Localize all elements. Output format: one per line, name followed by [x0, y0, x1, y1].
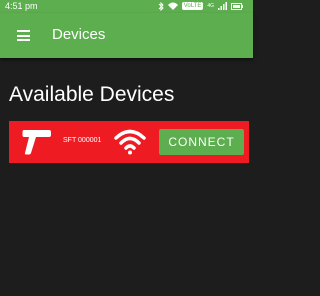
screw-gun-icon [22, 130, 51, 155]
section-title: Available Devices [9, 83, 175, 106]
app-bar: Devices [0, 13, 253, 58]
status-time: 4:51 pm [5, 1, 38, 11]
connect-button[interactable]: CONNECT [159, 129, 244, 155]
menu-icon[interactable] [17, 30, 30, 41]
wifi-icon [167, 2, 178, 10]
page-title: Devices [52, 26, 106, 43]
device-name: SFT 000001 [63, 137, 102, 144]
status-icons: VoLTE 4G [158, 1, 243, 11]
status-bar: 4:51 pm VoLTE 4G [0, 0, 253, 13]
bluetooth-icon [158, 1, 164, 11]
battery-icon [231, 2, 243, 10]
signal-bars-icon [218, 2, 227, 10]
wifi-signal-icon [114, 129, 146, 155]
volte-label: VoLTE [181, 2, 204, 10]
device-card[interactable]: SFT 000001 CONNECT [9, 121, 249, 163]
signal-label: 4G [207, 3, 214, 9]
